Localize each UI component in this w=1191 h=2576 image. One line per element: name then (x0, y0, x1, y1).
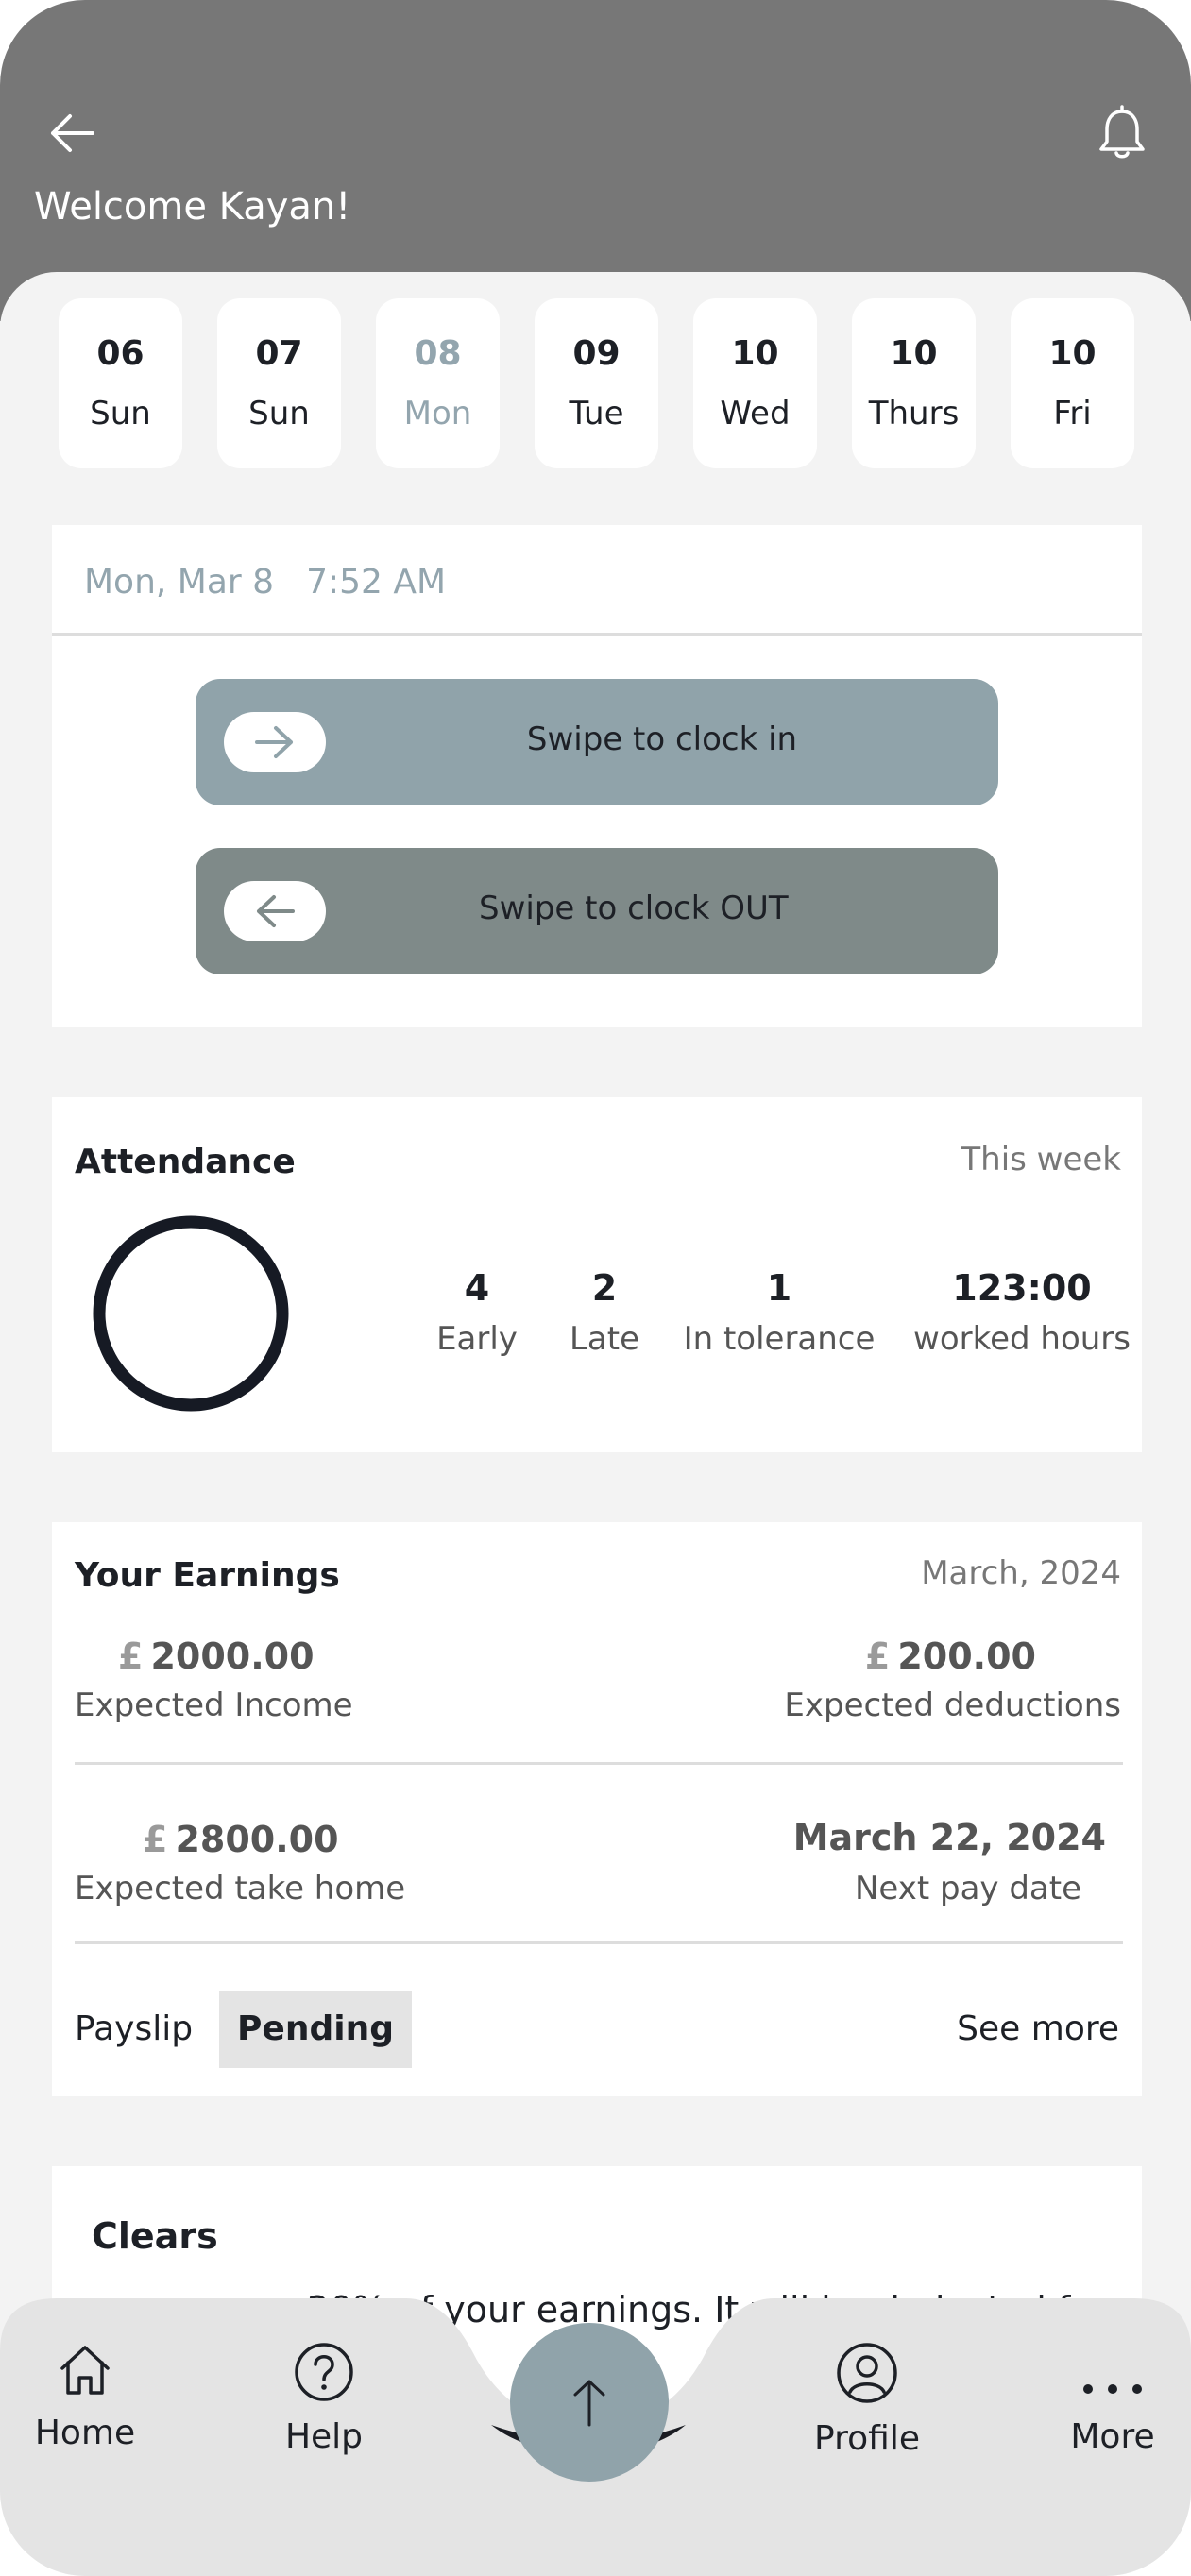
attendance-ring-chart (93, 1215, 289, 1412)
day-number: 09 (572, 334, 621, 373)
stat-label: worked hours (913, 1320, 1131, 1358)
more-dots-icon (1083, 2384, 1142, 2394)
day-number: 06 (96, 334, 145, 373)
stat-value: 123:00 (952, 1267, 1092, 1309)
bell-icon[interactable] (1096, 104, 1148, 162)
expected-deductions-amount: £200.00 (865, 1635, 1036, 1677)
amount: 200.00 (897, 1635, 1036, 1677)
arrow-up-icon (573, 2380, 605, 2427)
take-home-amount: £2800.00 (143, 1819, 339, 1860)
next-pay-date-value: March 22, 2024 (792, 1817, 1106, 1858)
day-number: 07 (255, 334, 303, 373)
swipe-handle[interactable] (224, 712, 326, 772)
swipe-clock-in-slider[interactable]: Swipe to clock in (196, 679, 998, 805)
next-pay-date-label: Next pay date (854, 1870, 1081, 1907)
arrow-left-icon (257, 895, 295, 927)
divider (75, 1941, 1123, 1944)
day-07-sun[interactable]: 07 Sun (217, 298, 341, 468)
currency-symbol: £ (864, 1635, 891, 1677)
stat-label: In tolerance (683, 1320, 876, 1358)
nav-help-label: Help (284, 2417, 364, 2456)
welcome-text: Welcome Kayan! (34, 185, 351, 229)
current-time: 7:52 AM (306, 563, 447, 602)
attendance-card: Attendance This week 4 Early 2 Late 1 In… (52, 1097, 1142, 1452)
app-screen: Welcome Kayan! 06 Sun 07 Sun 08 Mon 09 T… (0, 0, 1191, 2576)
nav-home[interactable]: Home (0, 2342, 179, 2452)
day-10-fri[interactable]: 10 Fri (1011, 298, 1134, 468)
day-10-wed[interactable]: 10 Wed (693, 298, 817, 468)
swipe-handle[interactable] (224, 881, 326, 941)
clears-title: Clears (92, 2215, 218, 2257)
day-name: Sun (90, 395, 151, 432)
day-name: Thurs (868, 395, 960, 432)
divider (52, 633, 1142, 636)
currency-symbol: £ (118, 1635, 144, 1677)
expected-income-label: Expected Income (75, 1686, 353, 1724)
expected-income-amount: £2000.00 (118, 1635, 315, 1677)
swipe-clock-out-slider[interactable]: Swipe to clock OUT (196, 848, 998, 974)
day-08-mon[interactable]: 08 Mon (376, 298, 500, 468)
profile-icon (837, 2343, 897, 2403)
currency-symbol: £ (143, 1819, 168, 1860)
stat-worked-hours: 123:00 worked hours (902, 1267, 1142, 1358)
day-selector: 06 Sun 07 Sun 08 Mon 09 Tue 10 Wed 10 Th… (59, 298, 1135, 468)
attendance-title: Attendance (75, 1143, 296, 1181)
amount: 2800.00 (175, 1819, 339, 1860)
day-09-tue[interactable]: 09 Tue (535, 298, 658, 468)
swipe-clock-out-label: Swipe to clock OUT (479, 890, 789, 927)
day-name: Fri (1053, 395, 1092, 432)
day-10-thurs[interactable]: 10 Thurs (852, 298, 976, 468)
nav-help[interactable]: Help (230, 2342, 418, 2456)
day-number: 10 (890, 334, 938, 373)
help-icon (295, 2343, 353, 2401)
divider (75, 1762, 1123, 1765)
home-icon (60, 2346, 110, 2395)
center-action-button[interactable] (510, 2323, 669, 2482)
day-name: Tue (569, 395, 624, 432)
swipe-clock-in-label: Swipe to clock in (526, 720, 798, 758)
stat-value: 1 (766, 1267, 792, 1309)
day-number: 10 (1048, 334, 1097, 373)
day-number: 08 (414, 334, 462, 373)
nav-profile-label: Profile (814, 2419, 920, 2458)
attendance-period[interactable]: This week (961, 1141, 1121, 1178)
earnings-title: Your Earnings (75, 1556, 340, 1595)
nav-home-label: Home (34, 2414, 136, 2452)
day-number: 10 (731, 334, 779, 373)
stat-in-tolerance: 1 In tolerance (656, 1267, 902, 1358)
payslip-status-badge[interactable]: Pending (219, 1991, 412, 2068)
earnings-period[interactable]: March, 2024 (921, 1554, 1121, 1592)
payslip-label: Payslip (75, 2009, 194, 2048)
earnings-card: Your Earnings March, 2024 £2000.00 Expec… (52, 1522, 1142, 2096)
clock-card: Mon, Mar 8 7:52 AM Swipe to clock in Swip… (52, 525, 1142, 1027)
amount: 2000.00 (150, 1635, 315, 1677)
arrow-left-icon[interactable] (45, 106, 100, 161)
take-home-label: Expected take home (75, 1870, 406, 1907)
nav-more-label: More (1070, 2417, 1155, 2456)
day-name: Sun (248, 395, 310, 432)
current-date: Mon, Mar 8 (84, 563, 275, 602)
nav-profile[interactable]: Profile (773, 2342, 961, 2458)
day-06-sun[interactable]: 06 Sun (59, 298, 182, 468)
nav-more[interactable]: More (1018, 2342, 1191, 2456)
see-more-link[interactable]: See more (957, 2009, 1119, 2048)
expected-deductions-label: Expected deductions (784, 1686, 1121, 1724)
day-name: Wed (720, 395, 791, 432)
day-name: Mon (403, 395, 472, 432)
current-datetime: Mon, Mar 8 7:52 AM (84, 563, 446, 602)
arrow-right-icon (255, 726, 293, 758)
